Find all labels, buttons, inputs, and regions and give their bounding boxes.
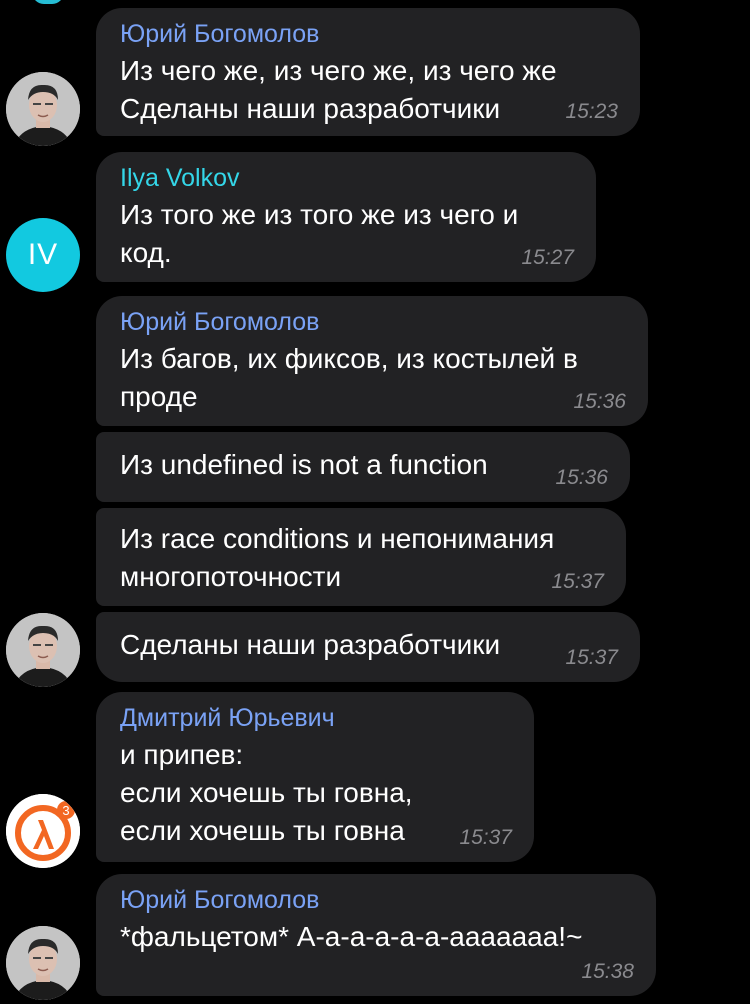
avatar-yuriy[interactable] <box>6 926 80 1000</box>
message-time: 15:38 <box>581 960 634 983</box>
message-time: 15:37 <box>551 570 604 593</box>
avatar-dmitriy[interactable]: 3 <box>6 794 80 868</box>
message-text: *фальцетом* А-а-а-а-а-а-ааааааа!~ <box>120 921 583 952</box>
message-time: 15:37 <box>459 826 512 849</box>
avatar-ilya[interactable]: IV <box>6 218 80 292</box>
sender-name[interactable]: Юрий Богомолов <box>120 884 632 916</box>
message-text: Из race conditions и непонимания многопо… <box>120 523 555 592</box>
message-time: 15:37 <box>565 646 618 669</box>
svg-text:3: 3 <box>62 803 69 818</box>
half-life-3-logo-icon: 3 <box>6 794 80 868</box>
message-text: Из undefined is not a function <box>120 449 488 480</box>
message-bubble[interactable]: Из undefined is not a function 15:36 <box>96 432 630 502</box>
message-bubble[interactable]: Из race conditions и непонимания многопо… <box>96 508 626 606</box>
message-time: 15:23 <box>565 100 618 123</box>
message-text: Сделаны наши разработчики <box>120 629 501 660</box>
avatar-yuriy[interactable] <box>6 72 80 146</box>
person-photo-icon <box>6 926 80 1000</box>
previous-avatar-edge <box>32 0 64 4</box>
message-bubble[interactable]: Юрий Богомолов *фальцетом* А-а-а-а-а-а-а… <box>96 874 656 996</box>
person-photo-icon <box>6 72 80 146</box>
avatar-yuriy[interactable] <box>6 613 80 687</box>
avatar-initials: IV <box>27 238 59 271</box>
sender-name[interactable]: Дмитрий Юрьевич <box>120 702 510 734</box>
message-time: 15:36 <box>573 390 626 413</box>
message-time: 15:36 <box>555 466 608 489</box>
sender-name[interactable]: Юрий Богомолов <box>120 18 616 50</box>
message-bubble[interactable]: Дмитрий Юрьевич и припев: если хочешь ты… <box>96 692 534 862</box>
message-text: и припев: если хочешь ты говна, если хоч… <box>120 739 413 846</box>
message-bubble[interactable]: Ilya Volkov Из того же из того же из чег… <box>96 152 596 282</box>
person-photo-icon <box>6 613 80 687</box>
sender-name[interactable]: Юрий Богомолов <box>120 306 624 338</box>
message-text: Из того же из того же из чего и код. <box>120 199 519 268</box>
message-bubble[interactable]: Сделаны наши разработчики 15:37 <box>96 612 640 682</box>
message-bubble[interactable]: Юрий Богомолов Из багов, их фиксов, из к… <box>96 296 648 426</box>
message-time: 15:27 <box>521 246 574 269</box>
sender-name[interactable]: Ilya Volkov <box>120 162 572 194</box>
message-text: Из багов, их фиксов, из костылей в проде <box>120 343 578 412</box>
message-bubble[interactable]: Юрий Богомолов Из чего же, из чего же, и… <box>96 8 640 136</box>
message-text: Из чего же, из чего же, из чего же Сдела… <box>120 55 557 124</box>
